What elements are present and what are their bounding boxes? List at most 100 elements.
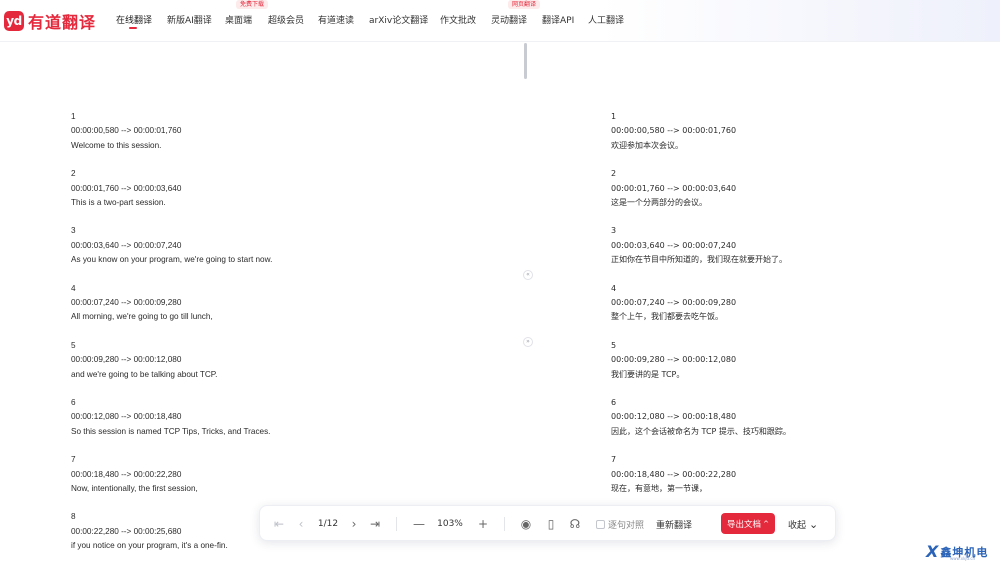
subtitle-time: 00:00:09,280 --> 00:00:12,080: [611, 355, 737, 365]
subtitle-time: 00:00:18,480 --> 00:00:22,280: [611, 469, 737, 479]
subtitle-block: 6 00:00:12,080 --> 00:00:18,480 So this …: [71, 396, 511, 453]
subtitle-index: 5: [71, 340, 76, 350]
zoom-in-icon[interactable]: +: [475, 506, 491, 542]
collapse-toolbar-button[interactable]: 收起 ⌄: [788, 506, 818, 542]
nav-essay[interactable]: 作文批改: [440, 13, 476, 26]
pane-splitter-handle[interactable]: [524, 43, 527, 79]
subtitle-text: 现在，有意地，第一节课，: [611, 483, 707, 493]
subtitle-time: 00:00:00,580 --> 00:00:01,760: [611, 126, 737, 136]
subtitle-text: This is a two-part session.: [71, 198, 166, 207]
nav-active-indicator: [129, 27, 137, 29]
subtitle-time: 00:00:12,080 --> 00:00:18,480: [71, 412, 182, 422]
subtitle-time: 00:00:00,580 --> 00:00:01,760: [71, 126, 182, 136]
nav-badge-web-translate: 网页翻译: [508, 0, 541, 9]
nav-human-translate[interactable]: 人工翻译: [588, 13, 624, 26]
align-checkbox[interactable]: [596, 519, 605, 529]
subtitle-index: 5: [611, 340, 617, 350]
subtitle-index: 4: [611, 283, 617, 293]
subtitle-time: 00:00:09,280 --> 00:00:12,080: [71, 355, 182, 365]
bookmark-icon[interactable]: ▯: [543, 506, 559, 542]
subtitle-block: 1 00:00:00,580 --> 00:00:01,760 欢迎参加本次会议…: [611, 110, 991, 167]
subtitle-block: 3 00:00:03,640 --> 00:00:07,240 As you k…: [71, 224, 511, 281]
top-nav-bar: yd 有道翻译 在线翻译 新版AI翻译 桌面端 免费下载 超级会员 有道速读 a…: [0, 0, 1000, 42]
toolbar-divider: [504, 517, 505, 531]
logo-badge: yd: [4, 11, 24, 31]
subtitle-block: 6 00:00:12,080 --> 00:00:18,480 因此，这个会话被…: [611, 396, 991, 453]
subtitle-index: 1: [611, 112, 617, 121]
subtitle-text: and we're going to be talking about TCP.: [71, 369, 218, 379]
subtitle-text: 这是一个分两部分的会议。: [611, 198, 707, 207]
subtitle-time: 00:00:01,760 --> 00:00:03,640: [71, 183, 182, 193]
nav-api[interactable]: 翻译API: [542, 13, 574, 26]
nav-desktop[interactable]: 桌面端: [225, 13, 252, 26]
nav-online-translate[interactable]: 在线翻译: [116, 13, 152, 26]
subtitle-index: 2: [71, 169, 76, 179]
collapse-right-icon[interactable]: »: [523, 337, 533, 347]
subtitle-index: 3: [71, 226, 76, 236]
youdao-logo[interactable]: yd 有道翻译: [4, 9, 96, 33]
subtitle-block: 5 00:00:09,280 --> 00:00:12,080 and we'r…: [71, 339, 511, 396]
next-page-icon[interactable]: ›: [346, 506, 362, 542]
subtitle-text: Welcome to this session.: [71, 140, 162, 150]
subtitle-block: 2 00:00:01,760 --> 00:00:03,640 这是一个分两部分…: [611, 167, 991, 224]
subtitle-time: 00:00:07,240 --> 00:00:09,280: [71, 297, 182, 307]
subtitle-text: 整个上午，我们都要去吃午饭。: [611, 312, 723, 322]
subtitle-index: 4: [71, 283, 76, 293]
subtitle-text: 因此，这个会话被命名为 TCP 提示、技巧和跟踪。: [611, 426, 791, 436]
subtitle-block: 5 00:00:09,280 --> 00:00:12,080 我们要讲的是 T…: [611, 339, 991, 396]
export-document-button[interactable]: 导出文档 ^: [721, 513, 775, 534]
subtitle-text: So this session is named TCP Tips, Trick…: [71, 426, 271, 436]
nav-super-member[interactable]: 超级会员: [268, 13, 304, 26]
subtitle-time: 00:00:03,640 --> 00:00:07,240: [611, 240, 737, 250]
subtitle-time: 00:00:12,080 --> 00:00:18,480: [611, 412, 737, 422]
align-label: 逐句对照: [608, 520, 645, 531]
logo-text: 有道翻译: [28, 13, 97, 32]
page-indicator: 1/12: [317, 519, 339, 529]
subtitle-index: 7: [71, 455, 76, 465]
first-page-icon[interactable]: ⇤: [271, 506, 287, 542]
subtitle-block: 4 00:00:07,240 --> 00:00:09,280 整个上午，我们都…: [611, 282, 991, 339]
nav-ai-translate[interactable]: 新版AI翻译: [167, 13, 212, 26]
zoom-level: 103%: [437, 519, 463, 529]
support-icon[interactable]: ☊: [567, 506, 583, 542]
subtitle-block: 2 00:00:01,760 --> 00:00:03,640 This is …: [71, 167, 511, 224]
subtitle-text: 我们要讲的是 TCP。: [611, 369, 685, 379]
toolbar-divider: [396, 517, 397, 531]
zoom-out-icon[interactable]: —: [411, 506, 427, 542]
subtitle-index: 7: [611, 455, 617, 465]
caret-up-icon: ^: [763, 519, 769, 528]
watermark-mark: X: [926, 542, 939, 561]
subtitle-block: 7 00:00:18,480 --> 00:00:22,280 现在，有意地，第…: [611, 453, 991, 510]
collapse-label: 收起: [788, 520, 807, 531]
subtitle-text: Now, intentionally, the first session,: [71, 483, 198, 493]
collapse-left-icon[interactable]: «: [523, 270, 533, 280]
prev-page-icon[interactable]: ‹: [293, 506, 309, 542]
subtitle-block: 4 00:00:07,240 --> 00:00:09,280 All morn…: [71, 282, 511, 339]
source-pane: 1 00:00:00,580 --> 00:00:01,760 Welcome …: [71, 110, 511, 562]
nav-badge-free-download: 免费下载: [236, 0, 269, 9]
watermark-url: www.xkjd.cn: [950, 556, 976, 561]
subtitle-time: 00:00:07,240 --> 00:00:09,280: [611, 297, 737, 307]
subtitle-time: 00:00:01,760 --> 00:00:03,640: [611, 183, 737, 193]
nav-speed-read[interactable]: 有道速读: [318, 13, 354, 26]
subtitle-index: 1: [71, 112, 76, 121]
eye-icon[interactable]: ◉: [518, 506, 534, 542]
subtitle-index: 2: [611, 169, 617, 179]
export-label: 导出文档: [727, 519, 762, 530]
subtitle-block: 1 00:00:00,580 --> 00:00:01,760 Welcome …: [71, 110, 511, 167]
subtitle-text: As you know on your program, we're going…: [71, 255, 273, 265]
subtitle-text: 正如你在节目中所知道的，我们现在就要开始了。: [611, 255, 787, 265]
document-toolbar: ⇤ ‹ 1/12 › ⇥ — 103% + ◉ ▯ ☊ 逐句对照 重新翻译 导出…: [259, 505, 836, 541]
subtitle-time: 00:00:18,480 --> 00:00:22,280: [71, 469, 182, 479]
subtitle-index: 3: [611, 226, 617, 236]
subtitle-text: 欢迎参加本次会议。: [611, 140, 683, 150]
last-page-icon[interactable]: ⇥: [367, 506, 383, 542]
subtitle-block: 3 00:00:03,640 --> 00:00:07,240 正如你在节目中所…: [611, 224, 991, 281]
nav-arxiv[interactable]: arXiv论文翻译: [369, 13, 428, 26]
align-sentence-toggle[interactable]: 逐句对照: [596, 506, 644, 542]
subtitle-time: 00:00:03,640 --> 00:00:07,240: [71, 240, 182, 250]
retranslate-button[interactable]: 重新翻译: [656, 506, 692, 542]
subtitle-index: 6: [611, 397, 617, 407]
nav-lingdong[interactable]: 灵动翻译: [491, 13, 527, 26]
subtitle-index: 6: [71, 397, 76, 407]
